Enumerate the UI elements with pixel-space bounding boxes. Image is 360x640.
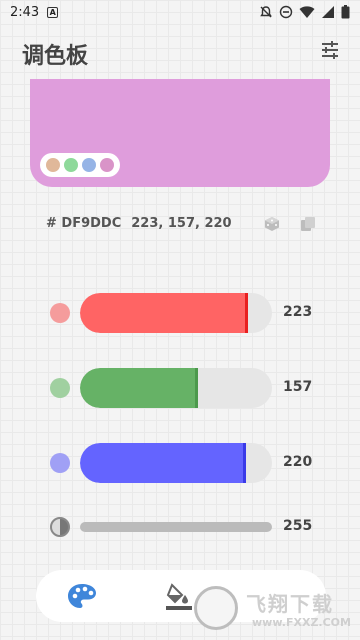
color-code: # DF9DDC 223, 157, 220 — [46, 216, 232, 231]
nav-palette-tab[interactable] — [66, 582, 98, 610]
green-slider-row: 157 — [0, 368, 360, 408]
signal-icon — [322, 6, 334, 18]
blue-slider[interactable] — [80, 443, 272, 483]
notifications-off-icon — [260, 6, 272, 18]
do-not-disturb-icon — [279, 5, 293, 19]
tune-icon — [322, 41, 338, 59]
blue-slider-thumb[interactable] — [243, 443, 246, 483]
green-slider-thumb[interactable] — [195, 368, 198, 408]
swatch[interactable] — [82, 158, 96, 172]
blue-slider-fill — [80, 443, 246, 483]
green-indicator — [50, 378, 70, 398]
watermark-logo-icon — [194, 586, 238, 630]
settings-button[interactable] — [320, 40, 340, 60]
status-bar: 2:43 A — [0, 0, 360, 24]
red-slider-thumb[interactable] — [245, 293, 248, 333]
red-slider-fill — [80, 293, 248, 333]
paint-bucket-icon — [166, 583, 192, 610]
copy-icon — [301, 217, 315, 231]
red-indicator — [50, 303, 70, 323]
alpha-slider[interactable] — [80, 522, 272, 532]
recent-swatches — [40, 153, 120, 177]
red-value: 223 — [283, 304, 313, 320]
status-time: 2:43 — [10, 4, 40, 20]
watermark-url: www.FXXZ.COM — [252, 616, 351, 629]
nav-fill-tab[interactable] — [166, 582, 192, 610]
green-slider-fill — [80, 368, 198, 408]
notification-a-icon: A — [47, 6, 59, 18]
blue-indicator — [50, 453, 70, 473]
watermark-title: 飞翔下载 — [246, 592, 334, 616]
hex-value: # DF9DDC — [46, 216, 122, 231]
blue-value: 220 — [283, 454, 313, 470]
rgb-value: 223, 157, 220 — [131, 216, 232, 231]
copy-button[interactable] — [300, 216, 316, 232]
watermark-overlay: 飞翔下载 www.FXXZ.COM — [190, 580, 358, 638]
page-title: 调色板 — [22, 44, 89, 69]
status-icons — [259, 5, 350, 19]
alpha-indicator — [50, 517, 70, 537]
random-color-button[interactable] — [264, 216, 280, 232]
swatch[interactable] — [100, 158, 114, 172]
dice-icon — [265, 217, 279, 231]
green-slider[interactable] — [80, 368, 272, 408]
green-value: 157 — [283, 379, 313, 395]
swatch[interactable] — [46, 158, 60, 172]
color-preview — [30, 79, 330, 187]
wifi-icon — [299, 6, 315, 18]
battery-icon — [341, 5, 350, 19]
palette-icon — [68, 584, 96, 608]
swatch[interactable] — [64, 158, 78, 172]
blue-slider-row: 220 — [0, 443, 360, 483]
red-slider-row: 223 — [0, 293, 360, 333]
red-slider[interactable] — [80, 293, 272, 333]
alpha-value: 255 — [283, 518, 313, 534]
